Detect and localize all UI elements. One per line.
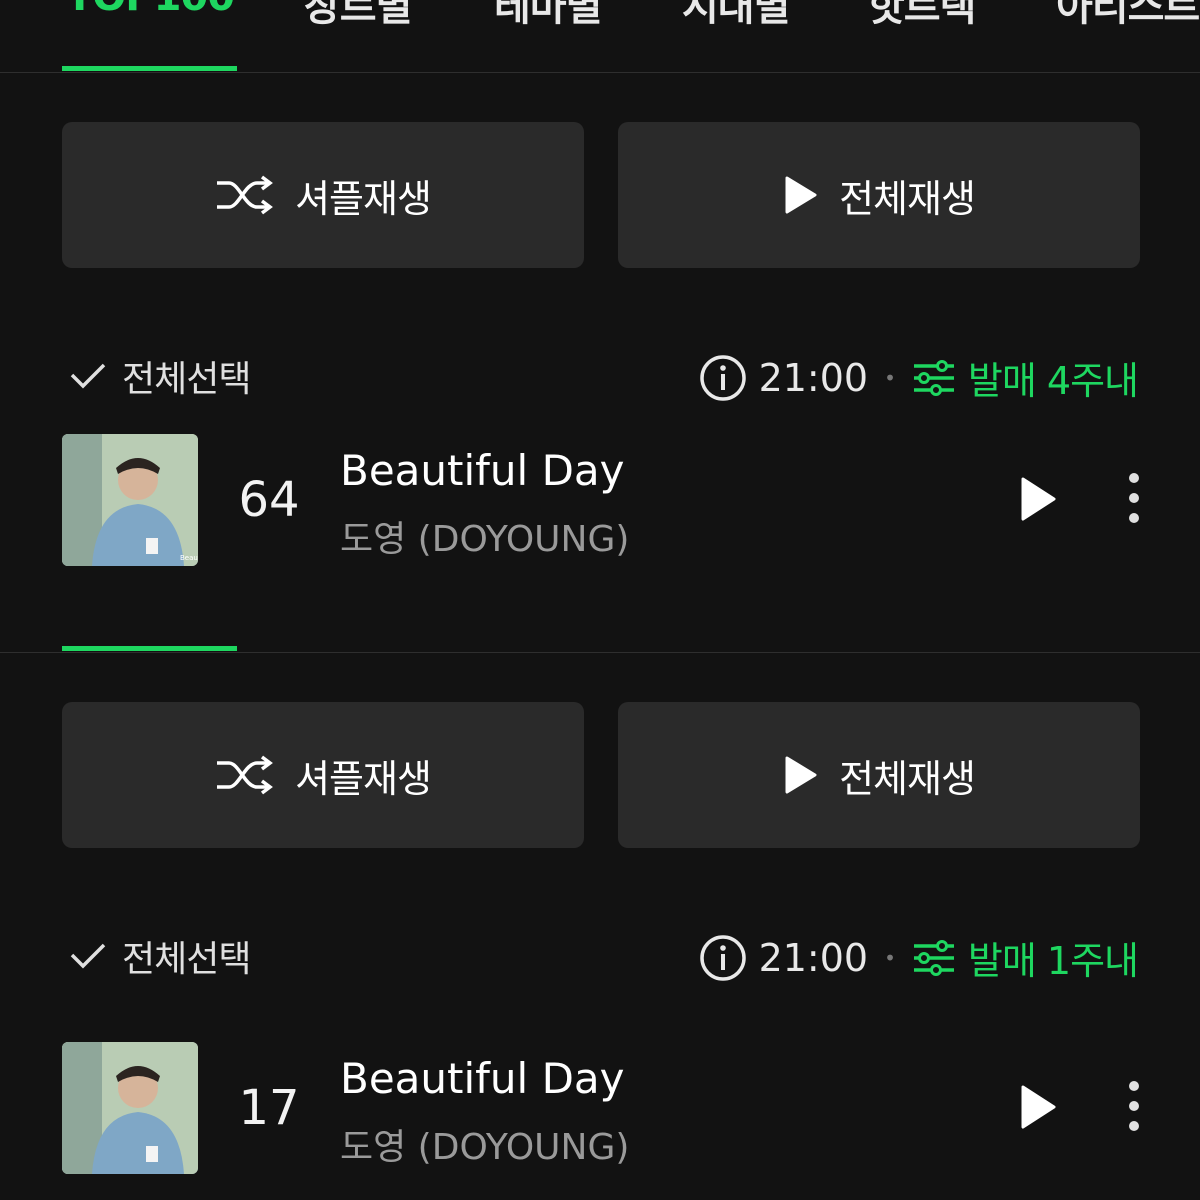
play-icon[interactable] — [1018, 476, 1058, 522]
play-icon[interactable] — [1018, 1084, 1058, 1130]
song-title[interactable]: Beautiful Day — [340, 1054, 625, 1103]
song-title[interactable]: Beautiful Day — [340, 446, 625, 495]
shuffle-play-button[interactable]: 셔플재생 — [62, 702, 584, 848]
release-filter-label: 발매 4주내 — [967, 359, 1139, 403]
album-cover[interactable]: Beautiful Day — [62, 434, 198, 566]
shuffle-play-label: 셔플재생 — [295, 176, 432, 221]
check-icon — [70, 943, 106, 969]
tab-genre[interactable]: 장르별 — [304, 0, 412, 32]
active-tab-indicator — [62, 646, 237, 651]
category-tabs: TOP100 장르별 테마별 시대별 핫트랙 아티스트 — [0, 0, 1200, 73]
chart-update-time: 21:00 — [758, 355, 869, 400]
filter-sliders-icon — [913, 939, 954, 976]
tab-top100[interactable]: TOP100 — [66, 0, 235, 20]
tab-era[interactable]: 시대별 — [682, 0, 790, 32]
release-filter[interactable]: 발매 1주내 — [912, 930, 1139, 985]
chart-meta: 21:00 • 발매 1주내 — [699, 930, 1139, 985]
chart-screen-bottom: TOP100 장르별 테마별 시대별 핫트랙 아티스트 셔플재생 전체재생 전체… — [0, 600, 1200, 1200]
album-art — [62, 1042, 198, 1174]
separator-dot: • — [884, 365, 896, 390]
info-icon[interactable] — [699, 354, 747, 402]
info-icon[interactable] — [699, 934, 747, 982]
chart-screen-top: TOP100 장르별 테마별 시대별 핫트랙 아티스트 셔플재생 전체재생 전체… — [0, 0, 1200, 600]
chart-rank: 64 — [238, 472, 300, 528]
tab-theme[interactable]: 테마별 — [494, 0, 602, 32]
filter-sliders-icon — [913, 359, 954, 396]
svg-text:Beautiful Day: Beautiful Day — [180, 554, 198, 562]
release-filter-label: 발매 1주내 — [967, 939, 1139, 983]
chart-meta: 21:00 • 발매 4주내 — [699, 350, 1139, 405]
play-all-label: 전체재생 — [839, 756, 976, 801]
play-all-button[interactable]: 전체재생 — [618, 122, 1140, 268]
song-row[interactable]: 17 Beautiful Day 도영 (DOYOUNG) — [0, 1042, 1200, 1174]
tab-hottrack[interactable]: 핫트랙 — [868, 0, 976, 32]
shuffle-play-button[interactable]: 셔플재생 — [62, 122, 584, 268]
separator-dot: • — [884, 945, 896, 970]
tab-artist[interactable]: 아티스트 — [1056, 0, 1200, 32]
play-all-label: 전체재생 — [839, 176, 976, 221]
song-artist[interactable]: 도영 (DOYOUNG) — [340, 1118, 629, 1170]
more-vertical-icon[interactable] — [1124, 1080, 1144, 1132]
active-tab-indicator — [62, 66, 237, 71]
select-all-toggle[interactable]: 전체선택 — [68, 930, 251, 982]
shuffle-icon — [217, 755, 273, 795]
play-all-button[interactable]: 전체재생 — [618, 702, 1140, 848]
list-toolbar: 전체선택 21:00 • 발매 1주내 — [0, 930, 1200, 986]
play-icon — [785, 176, 817, 214]
list-toolbar: 전체선택 21:00 • 발매 4주내 — [0, 350, 1200, 406]
chart-update-time: 21:00 — [758, 935, 869, 980]
check-icon — [70, 363, 106, 389]
play-icon — [785, 756, 817, 794]
song-artist[interactable]: 도영 (DOYOUNG) — [340, 510, 629, 562]
song-row[interactable]: Beautiful Day 64 Beautiful Day 도영 (DOYOU… — [0, 434, 1200, 566]
more-vertical-icon[interactable] — [1124, 472, 1144, 524]
select-all-label: 전체선택 — [122, 359, 251, 400]
category-tabs: TOP100 장르별 테마별 시대별 핫트랙 아티스트 — [0, 600, 1200, 653]
album-art: Beautiful Day — [62, 434, 198, 566]
release-filter[interactable]: 발매 4주내 — [912, 350, 1139, 405]
album-cover[interactable] — [62, 1042, 198, 1174]
select-all-toggle[interactable]: 전체선택 — [68, 350, 251, 402]
shuffle-play-label: 셔플재생 — [295, 756, 432, 801]
select-all-label: 전체선택 — [122, 939, 251, 980]
shuffle-icon — [217, 175, 273, 215]
chart-rank: 17 — [238, 1080, 300, 1136]
